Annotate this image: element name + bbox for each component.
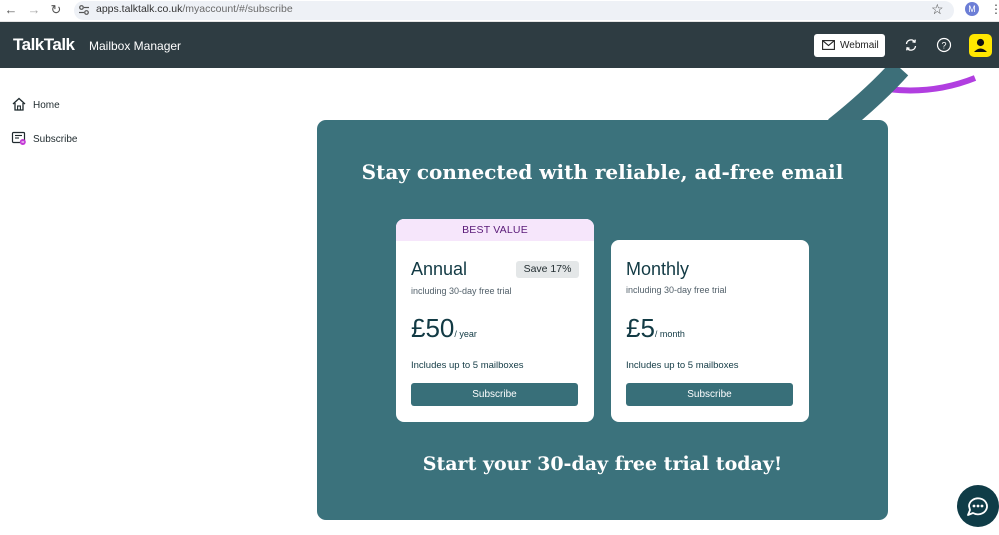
- price-amount: £5: [626, 313, 655, 343]
- plan-price: £5/ month: [626, 313, 685, 344]
- reload-icon[interactable]: ↻: [48, 2, 64, 18]
- promo-heading: Stay connected with reliable, ad-free em…: [361, 160, 844, 184]
- plan-mailbox-note: Includes up to 5 mailboxes: [411, 360, 524, 371]
- plan-trial-text: including 30-day free trial: [626, 285, 727, 295]
- chat-button[interactable]: [957, 485, 999, 527]
- decorative-swoosh: [828, 68, 977, 128]
- plan-price: £50/ year: [411, 313, 477, 344]
- chat-bubble-icon: [967, 497, 988, 516]
- envelope-icon: [822, 40, 835, 50]
- sidebar-item-label: Subscribe: [33, 134, 78, 145]
- plan-trial-text: including 30-day free trial: [411, 286, 512, 296]
- forward-icon[interactable]: →: [26, 2, 42, 18]
- annual-subscribe-button[interactable]: Subscribe: [411, 383, 578, 406]
- url-host: apps.talktalk.co.uk: [96, 3, 183, 15]
- app-title: Mailbox Manager: [89, 39, 182, 53]
- subscribe-icon: [11, 131, 26, 145]
- svg-text:?: ?: [941, 41, 946, 51]
- annual-plan-card: BEST VALUE Annual Save 17% including 30-…: [396, 219, 594, 422]
- monthly-plan-card: Monthly including 30-day free trial £5/ …: [611, 240, 809, 422]
- sidebar-item-label: Home: [33, 100, 60, 111]
- plan-name: Annual: [411, 259, 468, 279]
- save-badge: Save 17%: [516, 261, 579, 278]
- webmail-label: Webmail: [840, 40, 879, 51]
- account-button[interactable]: [969, 34, 992, 57]
- bookmark-star-icon[interactable]: ☆: [931, 1, 944, 18]
- user-icon: [974, 38, 987, 52]
- browser-profile-avatar[interactable]: M: [965, 2, 979, 16]
- home-icon: [12, 97, 26, 111]
- browser-menu-icon[interactable]: ⋮: [990, 2, 999, 16]
- url-text: apps.talktalk.co.uk/myaccount/#/subscrib…: [96, 3, 293, 15]
- promo-footer-text: Start your 30-day free trial today!: [422, 453, 783, 475]
- help-icon[interactable]: ?: [936, 37, 952, 53]
- best-value-banner: BEST VALUE: [396, 219, 594, 241]
- back-icon[interactable]: ←: [3, 2, 19, 18]
- site-settings-icon[interactable]: [78, 4, 90, 16]
- refresh-icon[interactable]: [903, 37, 919, 53]
- price-period: / year: [454, 329, 477, 339]
- price-period: / month: [654, 329, 685, 339]
- talktalk-logo[interactable]: TalkTalk: [13, 35, 75, 55]
- monthly-subscribe-button[interactable]: Subscribe: [626, 383, 793, 406]
- url-path: /myaccount/#/subscribe: [182, 3, 293, 15]
- plan-name: Monthly: [626, 259, 690, 279]
- price-amount: £50: [411, 313, 455, 343]
- app-header: TalkTalk Mailbox Manager Webmail ?: [0, 22, 999, 68]
- plan-mailbox-note: Includes up to 5 mailboxes: [626, 360, 739, 371]
- webmail-button[interactable]: Webmail: [814, 34, 885, 57]
- subscription-promo-panel: Stay connected with reliable, ad-free em…: [317, 120, 888, 520]
- browser-toolbar: ← → ↻ apps.talktalk.co.uk/myaccount/#/su…: [0, 0, 999, 22]
